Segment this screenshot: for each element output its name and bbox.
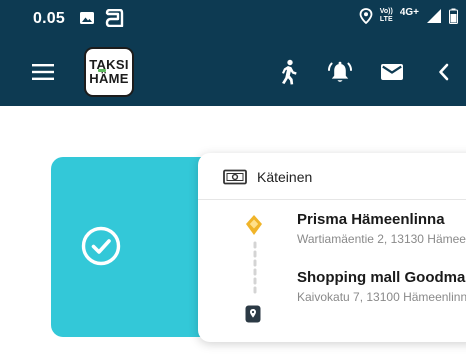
location-icon [359,8,373,24]
alarm-bell-icon [328,61,352,82]
walking-mode-button[interactable] [274,58,302,86]
ride-details-card[interactable]: Käteinen Prisma Hämeenlinna Wartiamäenti… [198,153,466,342]
status-bar: 0.05 Vo)) LTE 4G+ [0,0,466,38]
chevron-left-icon [439,63,449,81]
status-notification-icons [79,9,124,27]
envelope-icon [381,64,403,80]
lte-label: LTE [379,16,393,23]
messages-button[interactable] [378,58,406,86]
back-button[interactable] [430,58,458,86]
battery-icon [449,8,458,24]
network-type-label: 4G+ [399,6,419,18]
cash-icon [223,169,247,185]
dropoff-stop: Shopping mall Goodman Kaivokatu 7, 13100… [297,269,466,305]
pickup-address: Wartiamäentie 2, 13130 Hämeenlinna [297,232,466,246]
hamburger-menu-icon [32,64,54,80]
app-bar: TAKSI HÄME [0,38,466,106]
dropoff-name: Shopping mall Goodman [297,269,466,286]
walking-person-icon [282,59,297,85]
payment-method-label: Käteinen [257,169,313,185]
route-connector [253,241,257,299]
logo-text-line1: TAKSI [89,57,129,72]
status-time: 0.05 [33,10,65,27]
app-notification-icon [105,9,124,27]
payment-method: Käteinen [223,169,312,185]
divider [198,199,466,200]
volte-indicator: Vo)) LTE [380,8,393,24]
taksi-hame-logo: TAKSI HÄME [84,47,134,97]
gallery-notification-icon [80,12,94,24]
screen: 0.05 Vo)) LTE 4G+ TAKSI HÄME Käteinen Pr… [0,0,466,356]
signal-icon [427,9,441,23]
pickup-location-icon [246,215,262,235]
dropoff-location-icon [245,305,261,323]
logo-text-line2: HÄME [89,69,129,86]
check-circle-icon [81,226,121,266]
alarm-button[interactable] [326,58,354,86]
pickup-stop: Prisma Hämeenlinna Wartiamäentie 2, 1313… [297,211,466,247]
pickup-name: Prisma Hämeenlinna [297,211,445,228]
dropoff-address: Kaivokatu 7, 13100 Hämeenlinna [297,290,466,304]
status-system-icons: Vo)) LTE 4G+ [359,6,458,24]
menu-button[interactable] [32,63,54,81]
ride-status-card [51,157,221,337]
volte-label: Vo)) [379,8,393,15]
